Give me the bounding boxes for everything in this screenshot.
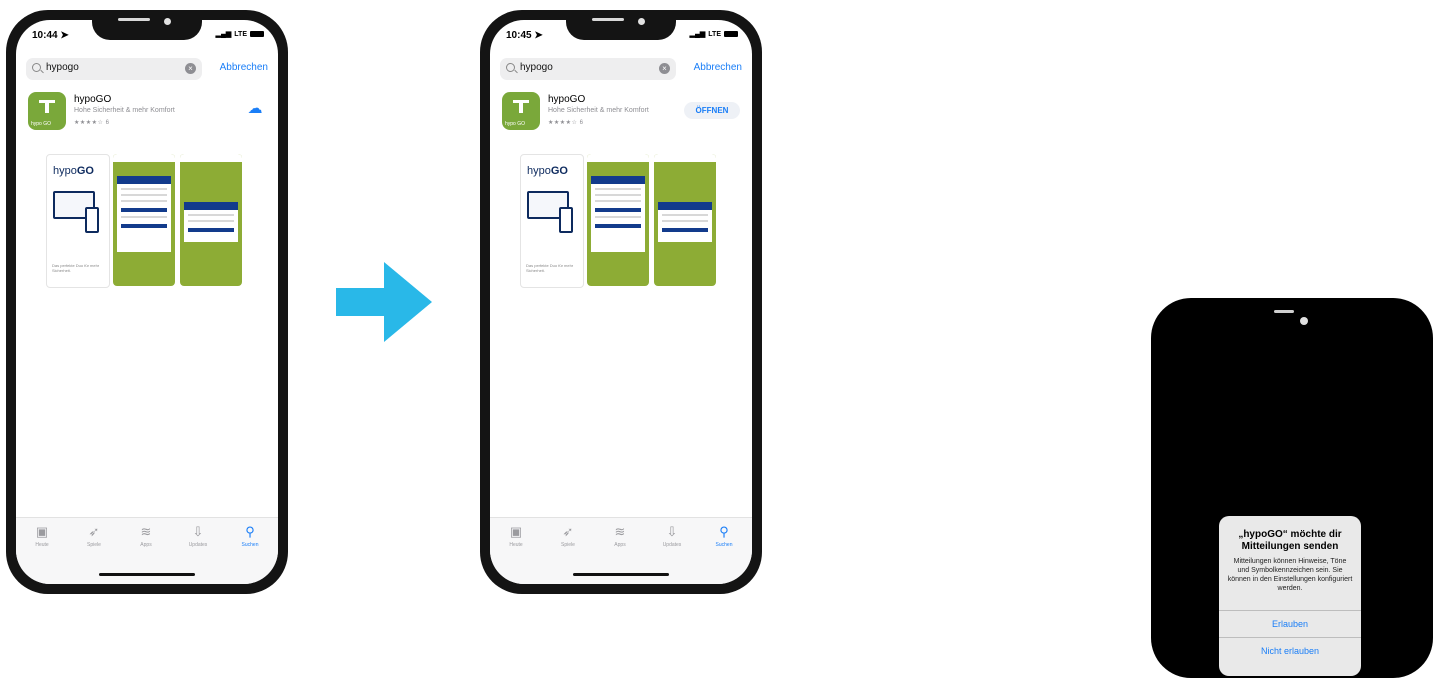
home-indicator [573, 573, 669, 576]
tab-today[interactable]: ▣ Heute [22, 524, 62, 548]
tab-apps[interactable]: ≋ Apps [126, 524, 166, 548]
status-time: 10:45 ➤ [506, 30, 543, 41]
speaker-grille [1274, 310, 1294, 313]
screenshot-intro: hypoGO Das perfekte Duo für mehr Sicherh… [46, 154, 110, 288]
cancel-button[interactable]: Abbrechen [220, 62, 268, 73]
clear-icon[interactable]: × [659, 63, 670, 74]
search-result-item[interactable]: hypo GO hypoGO Hohe Sicherheit & mehr Ko… [502, 92, 740, 142]
network-label: LTE [708, 30, 721, 38]
phone-illustration [559, 207, 573, 233]
rating-count: 6 [579, 120, 584, 126]
rocket-icon: ➶ [88, 524, 100, 539]
screenshot-gallery[interactable]: hypoGO Das perfekte Duo für mehr Sicherh… [46, 154, 246, 288]
search-query: hypogo [46, 62, 79, 73]
rating-stars: ★★★★☆ [548, 120, 578, 126]
search-row: hypogo × Abbrechen [500, 58, 742, 80]
app-subtitle: Hohe Sicherheit & mehr Komfort [548, 107, 649, 114]
notification-permission-dialog: „hypoGO“ möchte dir Mitteilungen senden … [1219, 516, 1361, 676]
status-time: 10:44 ➤ [32, 30, 69, 41]
search-query: hypogo [520, 62, 553, 73]
home-indicator [99, 573, 195, 576]
signal-icon: ▂▄▆ [689, 31, 706, 38]
search-input[interactable]: hypogo × [500, 58, 676, 80]
phone-notification-permission: „hypoGO“ möchte dir Mitteilungen senden … [1151, 298, 1433, 678]
screenshot-login [113, 154, 175, 286]
clear-icon[interactable]: × [185, 63, 196, 74]
rating-stars: ★★★★☆ [74, 120, 104, 126]
phone-app-store-open: 10:45 ➤ ▂▄▆ LTE hypogo × Abbrechen hypo … [480, 10, 762, 594]
phone-illustration [85, 207, 99, 233]
tab-updates[interactable]: ⇩ Updates [652, 524, 692, 548]
status-indicators: ▂▄▆ LTE [690, 30, 738, 38]
screenshot-caption: Das perfekte Duo für mehr Sicherheit. [526, 263, 574, 273]
search-icon [506, 63, 515, 72]
app-rating: ★★★★☆ 6 [548, 119, 583, 126]
status-indicators: ▂▄▆ LTE [216, 30, 264, 38]
app-subtitle: Hohe Sicherheit & mehr Komfort [74, 107, 175, 114]
tab-games[interactable]: ➶ Spiele [548, 524, 588, 548]
app-icon-label: hypo GO [31, 121, 52, 127]
screenshot-confirm [654, 154, 716, 286]
stack-icon: ≋ [140, 524, 152, 539]
signal-icon: ▂▄▆ [215, 31, 232, 38]
battery-icon [724, 31, 738, 37]
search-row: hypogo × Abbrechen [26, 58, 268, 80]
phone-app-store-install: 10:44 ➤ ▂▄▆ LTE hypogo × Abbrechen hypo … [6, 10, 288, 594]
next-step-arrow-icon [336, 262, 432, 342]
tab-search[interactable]: ⚲ Suchen [704, 524, 744, 548]
search-icon [32, 63, 41, 72]
tab-games[interactable]: ➶ Spiele [74, 524, 114, 548]
tab-search[interactable]: ⚲ Suchen [230, 524, 270, 548]
screenshot-intro: hypoGO Das perfekte Duo für mehr Sicherh… [520, 154, 584, 288]
cancel-button[interactable]: Abbrechen [694, 62, 742, 73]
brand-logo: hypoGO [53, 165, 94, 177]
dialog-message: Mitteilungen können Hinweise, Töne und S… [1227, 558, 1353, 592]
app-icon[interactable]: hypo GO [28, 92, 66, 130]
app-store-screen: 10:45 ➤ ▂▄▆ LTE hypogo × Abbrechen hypo … [490, 20, 752, 584]
search-icon: ⚲ [719, 524, 729, 539]
screenshot-caption: Das perfekte Duo für mehr Sicherheit. [52, 263, 100, 273]
brand-logo: hypoGO [527, 165, 568, 177]
app-rating: ★★★★☆ 6 [74, 119, 109, 126]
screenshot-gallery[interactable]: hypoGO Das perfekte Duo für mehr Sicherh… [520, 154, 720, 288]
screenshot-login [587, 154, 649, 286]
phone-notch [566, 10, 676, 40]
tab-apps[interactable]: ≋ Apps [600, 524, 640, 548]
download-tray-icon: ⇩ [666, 524, 678, 539]
search-result-item[interactable]: hypo GO hypoGO Hohe Sicherheit & mehr Ko… [28, 92, 266, 142]
front-camera [1300, 317, 1308, 325]
app-store-screen: 10:44 ➤ ▂▄▆ LTE hypogo × Abbrechen hypo … [16, 20, 278, 584]
rocket-icon: ➶ [562, 524, 574, 539]
search-input[interactable]: hypogo × [26, 58, 202, 80]
battery-icon [250, 31, 264, 37]
download-tray-icon: ⇩ [192, 524, 204, 539]
today-icon: ▣ [509, 524, 523, 539]
cloud-download-icon[interactable]: ☁ [246, 100, 264, 118]
tab-today[interactable]: ▣ Heute [496, 524, 536, 548]
phone-notch [92, 10, 202, 40]
tab-updates[interactable]: ⇩ Updates [178, 524, 218, 548]
open-button[interactable]: ÖFFNEN [684, 102, 740, 119]
search-icon: ⚲ [245, 524, 255, 539]
allow-button[interactable]: Erlauben [1219, 610, 1361, 637]
app-name: hypoGO [548, 94, 586, 105]
network-label: LTE [234, 30, 247, 38]
rating-count: 6 [105, 120, 110, 126]
app-icon[interactable]: hypo GO [502, 92, 540, 130]
dialog-title: „hypoGO“ möchte dir Mitteilungen senden [1238, 529, 1342, 552]
stack-icon: ≋ [614, 524, 626, 539]
today-icon: ▣ [35, 524, 49, 539]
app-name: hypoGO [74, 94, 112, 105]
app-icon-label: hypo GO [505, 121, 526, 127]
screenshot-confirm [180, 154, 242, 286]
deny-button[interactable]: Nicht erlauben [1219, 637, 1361, 664]
